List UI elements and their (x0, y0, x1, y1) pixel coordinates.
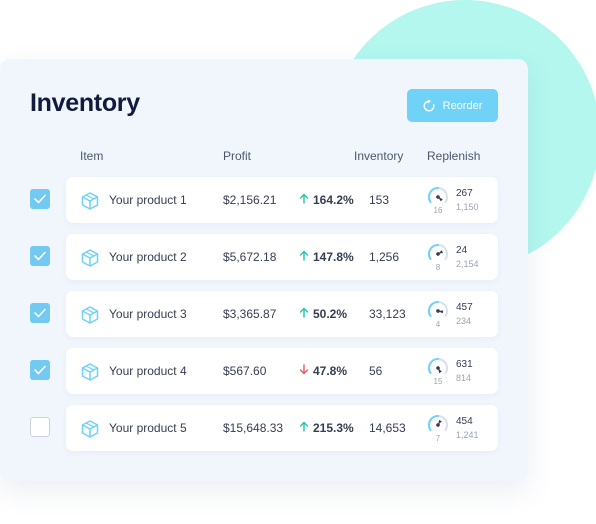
table-row[interactable]: Your product 3 $3,365.87 50.2% 33,123 4 457 23… (66, 291, 498, 337)
change-value: 215.3% (313, 421, 354, 435)
change-value: 50.2% (313, 307, 348, 321)
column-header-item: Item (80, 149, 104, 163)
product-name: Your product 2 (109, 250, 187, 264)
profit-value: $5,672.18 (223, 250, 277, 264)
row-checkbox[interactable] (30, 360, 50, 380)
replenish-gauge: 15 (427, 357, 449, 387)
profit-value: $15,648.33 (223, 421, 284, 435)
profit-change: 164.2% (299, 177, 354, 223)
product-name: Your product 1 (109, 193, 187, 207)
row-checkbox[interactable] (30, 417, 50, 437)
arrow-down-icon (299, 364, 309, 378)
profit-change: 50.2% (299, 291, 347, 337)
replenish-top-value: 457 (456, 302, 473, 313)
arrow-up-icon (299, 307, 309, 321)
product-name: Your product 3 (109, 307, 187, 321)
column-header-replenish: Replenish (427, 149, 481, 163)
arrow-up-icon (299, 250, 309, 264)
table-row[interactable]: Your product 5 $15,648.33 215.3% 14,653 7 454… (66, 405, 498, 451)
reorder-label: Reorder (442, 99, 483, 112)
change-value: 147.8% (313, 250, 354, 264)
profit-value: $3,365.87 (223, 307, 277, 321)
column-header-profit: Profit (223, 149, 252, 163)
replenish-bottom-value: 1,150 (456, 202, 479, 212)
reorder-button[interactable]: Reorder (407, 89, 498, 122)
box-icon (80, 191, 100, 216)
replenish-gauge: 16 (427, 186, 449, 216)
product-name: Your product 4 (109, 364, 187, 378)
inventory-value: 56 (369, 364, 383, 378)
change-value: 47.8% (313, 364, 348, 378)
gauge-value: 16 (433, 206, 443, 215)
column-header-inventory: Inventory (354, 149, 404, 163)
table-row[interactable]: Your product 2 $5,672.18 147.8% 1,256 8 24 2,1… (66, 234, 498, 280)
replenish-bottom-value: 2,154 (456, 259, 479, 269)
table-row[interactable]: Your product 1 $2,156.21 164.2% 153 16 267 1,1… (66, 177, 498, 223)
gauge-value: 4 (435, 320, 441, 329)
inventory-value: 1,256 (369, 250, 400, 264)
inventory-value: 153 (369, 193, 390, 207)
inventory-value: 14,653 (369, 421, 406, 435)
change-value: 164.2% (313, 193, 354, 207)
arrow-up-icon (299, 421, 309, 435)
profit-value: $567.60 (223, 364, 267, 378)
product-name: Your product 5 (109, 421, 187, 435)
refresh-icon (423, 99, 435, 112)
row-checkbox[interactable] (30, 303, 50, 323)
replenish-top-value: 267 (456, 188, 473, 199)
replenish-top-value: 454 (456, 416, 473, 427)
inventory-value: 33,123 (369, 307, 406, 321)
profit-value: $2,156.21 (223, 193, 277, 207)
row-checkbox[interactable] (30, 189, 50, 209)
table-row[interactable]: Your product 4 $567.60 47.8% 56 15 631 814 (66, 348, 498, 394)
arrow-up-icon (299, 193, 309, 207)
profit-change: 215.3% (299, 405, 354, 451)
profit-change: 47.8% (299, 348, 347, 394)
replenish-bottom-value: 1,241 (456, 430, 479, 440)
replenish-gauge: 4 (427, 300, 449, 330)
box-icon (80, 362, 100, 387)
box-icon (80, 248, 100, 273)
replenish-top-value: 24 (456, 245, 468, 256)
replenish-gauge: 8 (427, 243, 449, 273)
page-title: Inventory (30, 89, 140, 117)
replenish-gauge: 7 (427, 414, 449, 444)
row-checkbox[interactable] (30, 246, 50, 266)
box-icon (80, 419, 100, 444)
gauge-value: 7 (435, 434, 441, 443)
replenish-bottom-value: 234 (456, 316, 472, 326)
gauge-value: 8 (435, 263, 441, 272)
replenish-bottom-value: 814 (456, 373, 472, 383)
profit-change: 147.8% (299, 234, 354, 280)
gauge-value: 15 (433, 377, 443, 386)
box-icon (80, 305, 100, 330)
replenish-top-value: 631 (456, 359, 473, 370)
